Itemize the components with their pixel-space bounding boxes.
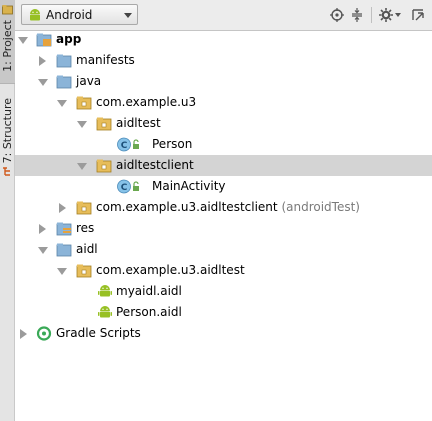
tree-node-java[interactable]: java xyxy=(15,71,432,92)
project-tree: app manifests java com.example.u3 aidlte… xyxy=(15,31,432,421)
view-mode-label: Android xyxy=(46,8,93,22)
tree-node-label: app xyxy=(56,32,82,46)
package-name: com.example.u3.aidltestclient xyxy=(96,200,278,214)
resource-folder-icon xyxy=(56,222,72,236)
collapse-arrow-icon[interactable] xyxy=(39,224,46,234)
tree-node-person-aidl-file[interactable]: Person.aidl xyxy=(15,302,432,323)
collapse-arrow-icon[interactable] xyxy=(20,329,27,339)
source-set-suffix: (androidTest) xyxy=(281,200,360,214)
chevron-down-icon xyxy=(124,13,132,18)
tree-node-label: myaidl.aidl xyxy=(116,284,182,298)
expand-arrow-icon[interactable] xyxy=(57,268,67,275)
tree-node-label: manifests xyxy=(76,53,135,67)
tree-node-package-aidltest[interactable]: com.example.u3.aidltest xyxy=(15,260,432,281)
project-icon xyxy=(2,5,13,15)
tree-node-label: aidl xyxy=(76,242,98,256)
tree-node-gradle-scripts[interactable]: Gradle Scripts xyxy=(15,323,432,344)
package-icon xyxy=(96,117,112,131)
tree-node-label: Person.aidl xyxy=(116,305,182,319)
android-icon xyxy=(30,9,40,21)
tree-node-label: Person xyxy=(152,137,193,151)
gear-dropdown-caret-icon[interactable] xyxy=(395,13,401,17)
tool-window-strip: 1: Project 7: Structure xyxy=(0,0,15,421)
tree-node-label: Gradle Scripts xyxy=(56,326,141,340)
expand-arrow-icon[interactable] xyxy=(77,163,87,170)
folder-icon xyxy=(56,75,72,89)
hide-panel-icon[interactable] xyxy=(410,7,426,23)
structure-tab-label: 7: Structure xyxy=(1,98,14,164)
structure-tool-tab[interactable]: 7: Structure xyxy=(0,98,15,182)
android-file-icon xyxy=(98,285,112,297)
toolbar-divider xyxy=(371,7,372,23)
tree-node-myaidl-file[interactable]: myaidl.aidl xyxy=(15,281,432,302)
tree-node-app[interactable]: app xyxy=(15,29,432,50)
tree-node-aidl[interactable]: aidl xyxy=(15,239,432,260)
collapse-all-icon[interactable] xyxy=(349,7,365,23)
tree-node-main-activity[interactable]: C MainActivity xyxy=(15,176,432,197)
tree-node-label: aidltest xyxy=(116,116,161,130)
expand-arrow-icon[interactable] xyxy=(77,121,87,128)
expand-arrow-icon[interactable] xyxy=(38,247,48,254)
folder-icon xyxy=(56,243,72,257)
scroll-from-source-icon[interactable] xyxy=(329,7,345,23)
collapse-arrow-icon[interactable] xyxy=(39,56,46,66)
tree-node-label: com.example.u3 xyxy=(96,95,197,109)
tree-node-label: com.example.u3.aidltestclient (androidTe… xyxy=(96,200,360,214)
project-tool-tab[interactable]: 1: Project xyxy=(0,0,15,84)
tree-node-person-class[interactable]: C Person xyxy=(15,134,432,155)
package-icon xyxy=(76,201,92,215)
package-icon xyxy=(76,96,92,110)
expand-arrow-icon[interactable] xyxy=(38,79,48,86)
tree-node-aidltest[interactable]: aidltest xyxy=(15,113,432,134)
folder-icon xyxy=(56,54,72,68)
package-icon xyxy=(96,159,112,173)
svg-text:C: C xyxy=(121,141,128,151)
project-toolbar: Android xyxy=(15,0,432,31)
expand-arrow-icon[interactable] xyxy=(18,37,28,44)
module-folder-icon xyxy=(36,33,52,47)
tree-node-res[interactable]: res xyxy=(15,218,432,239)
gradle-icon xyxy=(36,326,52,341)
tree-node-label: res xyxy=(76,221,95,235)
tree-node-label: aidltestclient xyxy=(116,158,194,172)
structure-icon xyxy=(3,167,10,176)
tree-node-label: com.example.u3.aidltest xyxy=(96,263,245,277)
svg-text:C: C xyxy=(121,183,128,193)
tree-node-manifests[interactable]: manifests xyxy=(15,50,432,71)
android-file-icon xyxy=(98,306,112,318)
collapse-arrow-icon[interactable] xyxy=(59,203,66,213)
tree-node-aidltestclient[interactable]: aidltestclient xyxy=(15,155,432,176)
package-icon xyxy=(76,264,92,278)
tree-node-label: MainActivity xyxy=(152,179,226,193)
class-icon: C xyxy=(117,137,139,152)
view-mode-select[interactable]: Android xyxy=(21,4,138,25)
project-tab-label: 1: Project xyxy=(1,20,14,72)
tree-node-package-android-test[interactable]: com.example.u3.aidltestclient (androidTe… xyxy=(15,197,432,218)
class-icon: C xyxy=(117,179,139,194)
tree-node-package-u3[interactable]: com.example.u3 xyxy=(15,92,432,113)
tree-node-label: java xyxy=(76,74,102,88)
gear-icon[interactable] xyxy=(378,7,394,23)
expand-arrow-icon[interactable] xyxy=(57,100,67,107)
